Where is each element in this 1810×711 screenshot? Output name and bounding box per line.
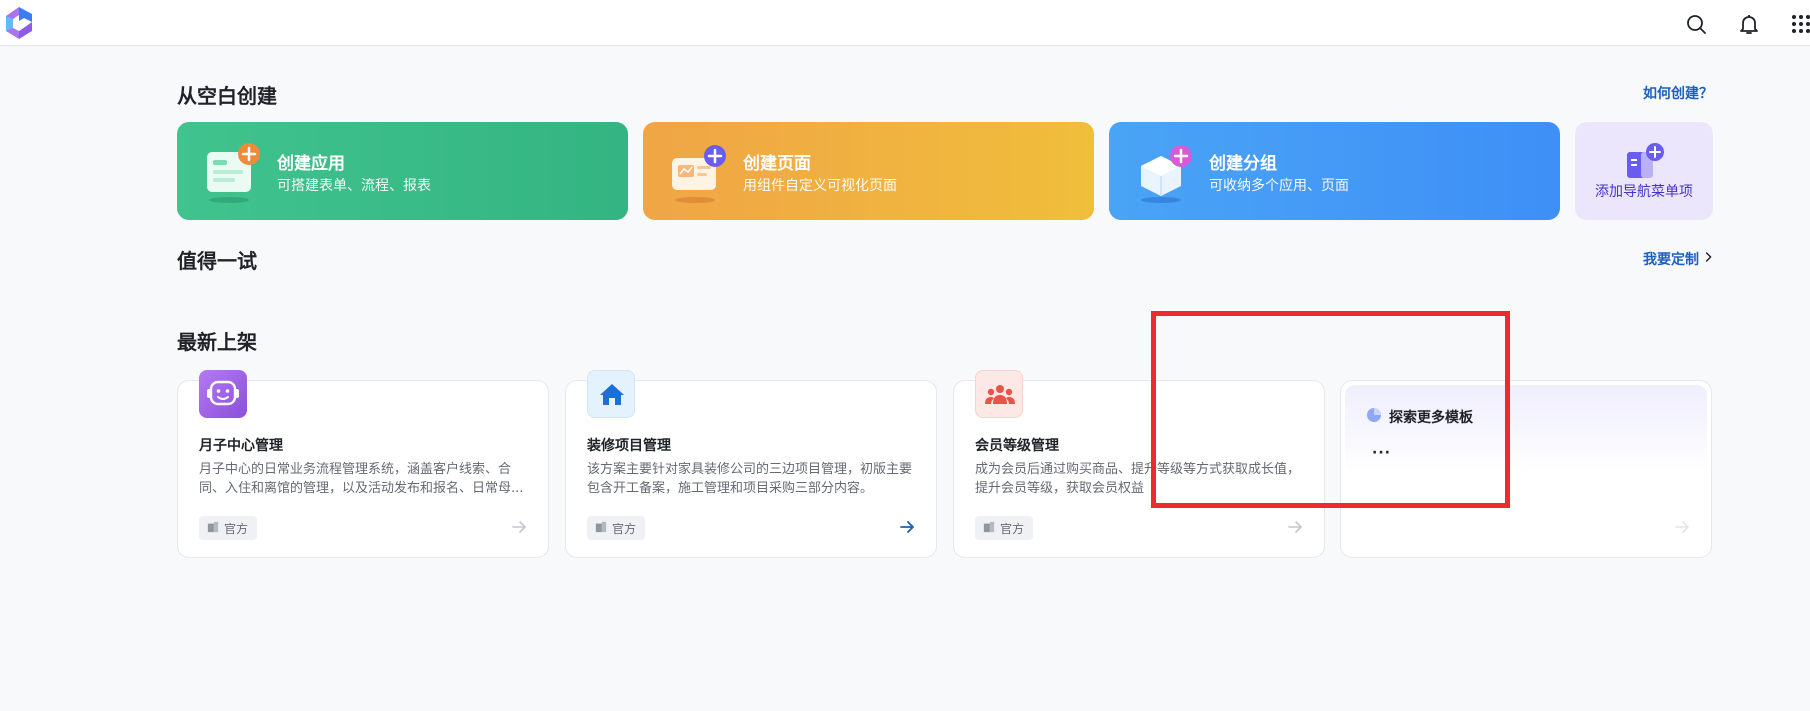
building-icon bbox=[207, 521, 219, 536]
create-group-title: 创建分组 bbox=[1209, 154, 1277, 174]
robot-icon bbox=[199, 370, 247, 418]
official-badge-label: 官方 bbox=[1000, 521, 1025, 536]
add-nav-menu-item-label: 添加导航菜单项 bbox=[1595, 184, 1693, 200]
create-group-card[interactable]: 创建分组 可收纳多个应用、页面 bbox=[1109, 122, 1560, 220]
group-illustration-icon bbox=[1135, 142, 1195, 204]
template-description: 月子中心的日常业务流程管理系统，涵盖客户线索、合同、入住和离馆的管理，以及活动发… bbox=[199, 462, 524, 496]
bell-icon[interactable] bbox=[1737, 12, 1761, 36]
house-icon bbox=[587, 370, 635, 418]
building-icon bbox=[983, 521, 995, 536]
official-badge-label: 官方 bbox=[612, 521, 637, 536]
template-description: 该方案主要针对家具装修公司的三边项目管理，初版主要包含开工备案，施工管理和项目采… bbox=[587, 462, 913, 496]
template-card-renovation-project[interactable]: 装修项目管理 该方案主要针对家具装修公司的三边项目管理，初版主要包含开工备案，施… bbox=[565, 370, 937, 558]
page-illustration-icon bbox=[669, 142, 729, 204]
arrow-right-icon[interactable] bbox=[1286, 518, 1304, 536]
app-logo-icon[interactable] bbox=[0, 4, 38, 42]
add-nav-menu-item-card[interactable]: 添加导航菜单项 bbox=[1575, 122, 1713, 220]
template-title: 会员等级管理 bbox=[975, 438, 1059, 454]
search-icon[interactable] bbox=[1684, 12, 1708, 36]
arrow-right-icon[interactable] bbox=[898, 518, 916, 536]
arrow-right-icon[interactable] bbox=[510, 518, 528, 536]
how-to-create-link[interactable]: 如何创建？ bbox=[1643, 83, 1713, 103]
customize-link-label: 我要定制 bbox=[1643, 252, 1699, 268]
building-icon bbox=[595, 521, 607, 536]
create-page-title: 创建页面 bbox=[743, 154, 811, 174]
nav-menu-plus-icon bbox=[1623, 142, 1667, 182]
official-badge: 官方 bbox=[975, 516, 1034, 540]
chevron-right-icon bbox=[1705, 251, 1713, 267]
create-page-card[interactable]: 创建页面 用组件自定义可视化页面 bbox=[643, 122, 1094, 220]
create-app-subtitle: 可搭建表单、流程、报表 bbox=[277, 178, 431, 194]
customize-link[interactable]: 我要定制 bbox=[1643, 249, 1713, 269]
section-title-latest: 最新上架 bbox=[177, 330, 257, 354]
create-app-card[interactable]: 创建应用 可搭建表单、流程、报表 bbox=[177, 122, 628, 220]
highlight-box bbox=[1151, 311, 1510, 508]
official-badge: 官方 bbox=[199, 516, 258, 540]
apps-grid-icon[interactable] bbox=[1789, 12, 1810, 36]
official-badge: 官方 bbox=[587, 516, 646, 540]
template-card-confinement-center[interactable]: 月子中心管理 月子中心的日常业务流程管理系统，涵盖客户线索、合同、入住和离馆的管… bbox=[177, 370, 549, 558]
create-app-title: 创建应用 bbox=[277, 154, 345, 174]
create-page-subtitle: 用组件自定义可视化页面 bbox=[743, 178, 897, 194]
arrow-right-icon[interactable] bbox=[1673, 518, 1691, 536]
template-title: 月子中心管理 bbox=[199, 438, 283, 454]
top-bar bbox=[0, 0, 1810, 46]
template-title: 装修项目管理 bbox=[587, 438, 671, 454]
section-title-blank-create: 从空白创建 bbox=[177, 84, 277, 108]
people-icon bbox=[975, 370, 1023, 418]
section-title-worth-trying: 值得一试 bbox=[177, 249, 257, 273]
create-group-subtitle: 可收纳多个应用、页面 bbox=[1209, 178, 1349, 194]
official-badge-label: 官方 bbox=[224, 521, 249, 536]
app-illustration-icon bbox=[203, 142, 263, 204]
